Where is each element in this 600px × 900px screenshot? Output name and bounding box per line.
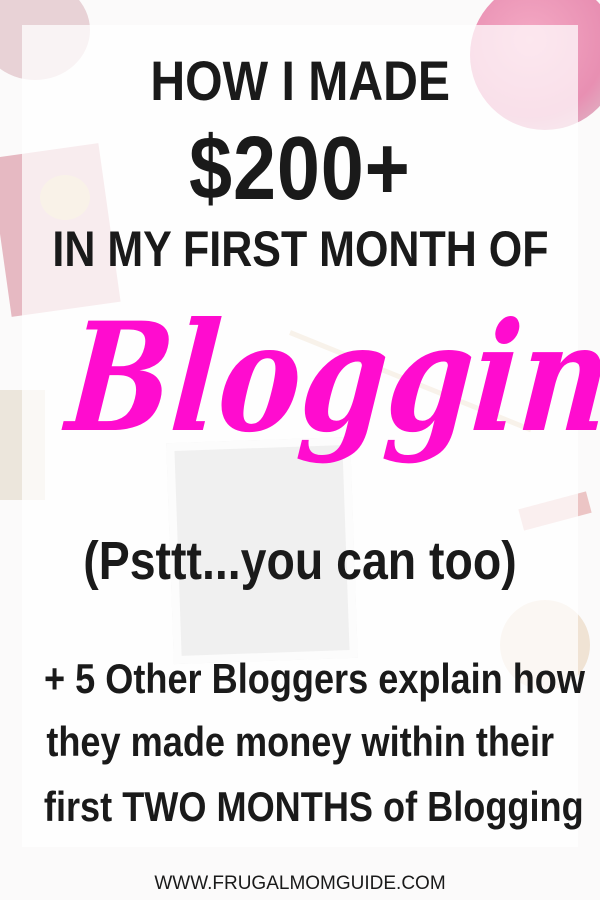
footer-url: WWW.FRUGALMOMGUIDE.COM [154,873,446,894]
subtext-line-2: they made money within their [46,718,554,765]
subtext-line-3: first TWO MONTHS of Blogging [43,783,584,830]
headline-line-1: HOW I MADE [150,49,450,112]
headline-line-3: IN MY FIRST MONTH OF [51,221,549,277]
headline-aside: (Psttt...you can too) [83,531,517,591]
subtext-line-1: + 5 Other Bloggers explain how [44,655,585,702]
headline-script-word: Blogging [61,290,600,466]
headline-amount: $200+ [189,119,411,219]
